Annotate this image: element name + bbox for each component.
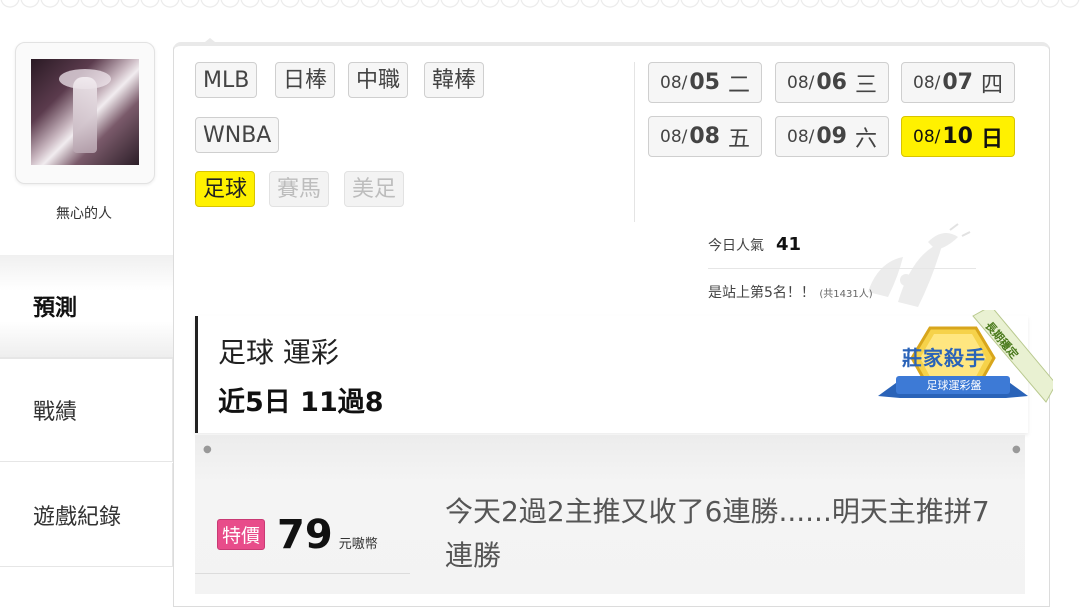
league-tag-cpbl[interactable]: 中職 bbox=[348, 62, 409, 98]
panel-notch bbox=[200, 38, 220, 46]
nav-item-game-history[interactable]: 遊戲紀錄 bbox=[0, 463, 173, 567]
date-weekday: 日 bbox=[980, 126, 1003, 152]
rank-total: (共1431人) bbox=[819, 289, 873, 300]
league-tag-mlb[interactable]: MLB bbox=[195, 62, 258, 98]
date-button-0810[interactable]: 08/10 日 bbox=[901, 116, 1015, 157]
league-tag-horse-racing: 賽馬 bbox=[269, 171, 330, 207]
date-weekday: 三 bbox=[854, 72, 877, 98]
date-month: 08/ bbox=[787, 126, 815, 147]
date-month: 08/ bbox=[913, 126, 941, 147]
avatar-figure bbox=[73, 77, 97, 153]
badge-sub-text: 足球運彩盤 bbox=[926, 379, 982, 392]
mascot-watermark-icon bbox=[868, 223, 971, 307]
date-button-0807[interactable]: 08/07 四 bbox=[901, 62, 1015, 103]
nav-item-predict[interactable]: 預測 bbox=[0, 255, 173, 358]
date-day: 07 bbox=[942, 70, 973, 95]
stat-title: 足球 運彩 bbox=[218, 336, 339, 369]
tag-date-divider bbox=[634, 62, 635, 222]
promo-rivet-left: ● bbox=[203, 444, 212, 455]
date-day: 06 bbox=[816, 70, 847, 95]
date-month: 08/ bbox=[787, 72, 815, 93]
popularity-line: 今日人氣 41 bbox=[708, 234, 801, 255]
date-weekday: 五 bbox=[727, 126, 750, 152]
date-day: 09 bbox=[816, 124, 847, 149]
date-day: 08 bbox=[689, 124, 720, 149]
date-weekday: 六 bbox=[854, 126, 877, 152]
avatar-card[interactable] bbox=[15, 42, 155, 184]
special-price-badge: 特價 bbox=[217, 519, 266, 550]
price-unit: 元嗷幣 bbox=[338, 537, 378, 552]
stat-record: 近5日 11過8 bbox=[218, 387, 384, 418]
popularity-divider bbox=[708, 268, 976, 269]
date-day: 05 bbox=[689, 70, 720, 95]
league-tag-soccer[interactable]: 足球 bbox=[195, 171, 256, 207]
date-month: 08/ bbox=[913, 72, 941, 93]
date-button-0809[interactable]: 08/09 六 bbox=[775, 116, 889, 157]
avatar[interactable] bbox=[31, 59, 139, 165]
nav-item-record[interactable]: 戰績 bbox=[0, 358, 173, 462]
stat-card: 足球 運彩 近5日 11過8 莊家殺手 足球運彩盤 長期穩定 bbox=[195, 310, 1053, 433]
league-tag-kbo[interactable]: 韓棒 bbox=[424, 62, 485, 98]
nav-item-label: 戰績 bbox=[33, 400, 78, 425]
date-button-0808[interactable]: 08/08 五 bbox=[648, 116, 762, 157]
price-value: 79 bbox=[277, 512, 333, 558]
date-button-0806[interactable]: 08/06 三 bbox=[775, 62, 889, 103]
price-box[interactable]: 特價 79 元嗷幣 bbox=[217, 514, 378, 556]
popularity-label: 今日人氣 bbox=[708, 238, 764, 254]
rank-line: 是站上第5名！！ (共1431人) bbox=[708, 282, 873, 302]
badge-main-text: 莊家殺手 bbox=[902, 346, 986, 370]
nav-item-label: 遊戲紀錄 bbox=[33, 504, 122, 530]
date-weekday: 二 bbox=[727, 72, 750, 98]
nav-item-label: 預測 bbox=[33, 296, 78, 321]
price-divider bbox=[195, 573, 410, 574]
league-tag-jp-baseball[interactable]: 日棒 bbox=[275, 62, 336, 98]
league-tag-wnba[interactable]: WNBA bbox=[195, 117, 280, 153]
promo-description[interactable]: 今天2過2主推又收了6連勝......明天主推拼7連勝 bbox=[445, 490, 1005, 578]
promo-rivet-right: ● bbox=[1012, 444, 1021, 455]
league-tag-american-football: 美足 bbox=[344, 171, 405, 207]
date-weekday: 四 bbox=[980, 72, 1003, 98]
top-scallop-border bbox=[0, 0, 1080, 8]
username[interactable]: 無心的人 bbox=[15, 203, 153, 223]
date-month: 08/ bbox=[660, 72, 688, 93]
rank-text: 是站上第5名！！ bbox=[708, 285, 815, 301]
date-button-0805[interactable]: 08/05 二 bbox=[648, 62, 762, 103]
popularity-value: 41 bbox=[776, 234, 802, 255]
date-day: 10 bbox=[942, 124, 973, 149]
date-month: 08/ bbox=[660, 126, 688, 147]
